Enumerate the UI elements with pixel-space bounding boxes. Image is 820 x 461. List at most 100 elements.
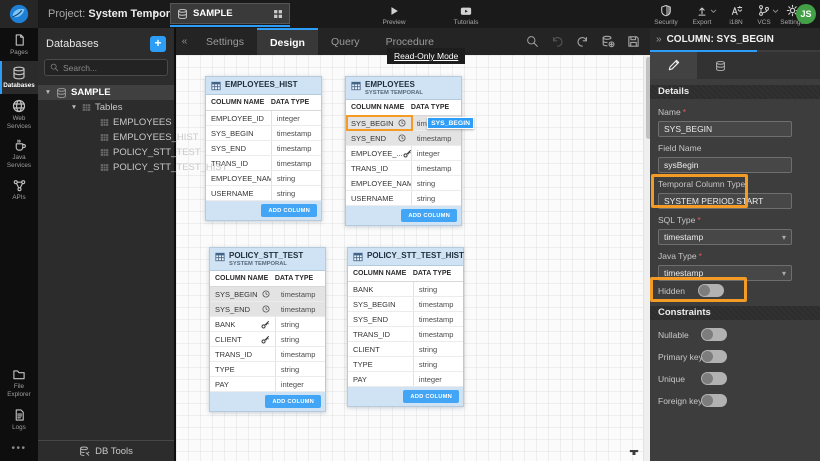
search-input[interactable]	[63, 63, 162, 73]
field-name-input[interactable]	[658, 157, 792, 173]
db-tools-button[interactable]: DB Tools	[38, 440, 174, 461]
column-row-employee-id[interactable]: EMPLOYEE_IDinteger	[206, 111, 321, 126]
app-logo[interactable]	[0, 0, 38, 28]
column-row-sys-begin[interactable]: SYS_BEGINtimestamp	[348, 297, 463, 312]
column-row-sys-end[interactable]: SYS_ENDtimestamp	[210, 302, 325, 317]
sidebar-item-apis[interactable]: APIs	[0, 174, 38, 206]
column-row-employee-name[interactable]: EMPLOYEE_NAMEstring	[346, 176, 461, 191]
tree-node-table-employees-hist[interactable]: EMPLOYEES_HIST	[38, 130, 174, 145]
security-icon	[660, 4, 672, 17]
entity-employees-hist[interactable]: EMPLOYEES_HISTCOLUMN NAMEDATA TYPEEMPLOY…	[205, 76, 322, 221]
play-icon	[388, 4, 400, 17]
tab-column-data[interactable]	[697, 52, 744, 79]
expand-panel-icon[interactable]: »	[656, 34, 662, 45]
temporal-column-type-input[interactable]	[658, 193, 792, 209]
column-row-client[interactable]: CLIENTstring	[210, 332, 325, 347]
entity-employees[interactable]: EMPLOYEESSYSTEM TEMPORALCOLUMN NAMEDATA …	[345, 76, 462, 226]
entity-title: EMPLOYEES	[365, 80, 423, 89]
undo-icon[interactable]	[551, 35, 564, 48]
column-row-sys-begin[interactable]: SYS_BEGINtimestampSYS_BEGIN	[346, 116, 461, 131]
tree-node-table-policy-stt-test-hist[interactable]: POLICY_STT_TEST_HIST	[38, 160, 174, 175]
inspector-tabs	[650, 52, 820, 79]
java-type-select[interactable]: timestamp	[658, 265, 792, 281]
save-icon[interactable]	[627, 35, 640, 48]
column-row-sys-end[interactable]: SYS_ENDtimestamp	[206, 141, 321, 156]
name-input[interactable]	[658, 121, 792, 137]
tree-node-database[interactable]: ▼SAMPLE	[38, 85, 174, 100]
avatar[interactable]: JS	[796, 4, 816, 24]
entity-title: POLICY_STT_TEST_HIST	[367, 251, 464, 260]
db-commit-icon[interactable]	[601, 35, 615, 48]
topbar-preview-button[interactable]: Preview	[376, 4, 412, 26]
grid-view-icon[interactable]	[273, 9, 283, 19]
tab-query[interactable]: Query	[318, 28, 373, 55]
topbar-security-button[interactable]: Security	[648, 4, 684, 26]
sidebar-item-pages[interactable]: Pages	[0, 28, 38, 61]
foreign-key-toggle[interactable]	[701, 394, 727, 407]
sql-type-field: SQL Type* timestamp	[658, 215, 792, 245]
column-row-sys-begin[interactable]: SYS_BEGINtimestamp	[210, 287, 325, 302]
inspector-title: COLUMN: SYS_BEGIN	[667, 34, 774, 45]
entity-policy-stt-test[interactable]: POLICY_STT_TESTSYSTEM TEMPORALCOLUMN NAM…	[209, 247, 326, 412]
column-row-type[interactable]: TYPEstring	[210, 362, 325, 377]
sql-type-select[interactable]: timestamp	[658, 229, 792, 245]
topbar-export-button[interactable]: Export	[684, 4, 720, 26]
sidebar-item-web-services[interactable]: WebServices	[0, 94, 38, 135]
column-row-trans-id[interactable]: TRANS_IDtimestamp	[348, 327, 463, 342]
search-icon[interactable]	[526, 35, 539, 48]
redo-icon[interactable]	[576, 35, 589, 48]
tab-edit-column[interactable]	[650, 52, 697, 79]
column-row-trans-id[interactable]: TRANS_IDtimestamp	[346, 161, 461, 176]
vcs-icon	[758, 4, 770, 17]
add-column-button[interactable]: ADD COLUMN	[401, 209, 457, 222]
tab-settings[interactable]: Settings	[193, 28, 257, 55]
column-row-trans-id[interactable]: TRANS_IDtimestamp	[210, 347, 325, 362]
hidden-toggle[interactable]	[698, 284, 724, 297]
readonly-mode-badge: Read-Only Mode	[387, 48, 465, 64]
canvas-resize-handle-icon[interactable]	[629, 449, 639, 456]
column-row-client[interactable]: CLIENTstring	[348, 342, 463, 357]
hidden-field: Hidden	[658, 284, 724, 297]
collapse-panel-icon[interactable]: «	[176, 28, 193, 55]
sidebar-item-file-explorer[interactable]: FileExplorer	[0, 363, 38, 403]
sidebar-item-logs[interactable]: Logs	[0, 403, 38, 436]
column-row-pay[interactable]: PAYinteger	[348, 372, 463, 387]
column-row-sys-end[interactable]: SYS_ENDtimestamp	[348, 312, 463, 327]
column-row-bank[interactable]: BANKstring	[348, 282, 463, 297]
add-column-button[interactable]: ADD COLUMN	[261, 204, 317, 217]
tab-design[interactable]: Design	[257, 28, 318, 55]
column-row-username[interactable]: USERNAMEstring	[206, 186, 321, 201]
caret-down-icon[interactable]: ▼	[70, 104, 78, 111]
add-column-button[interactable]: ADD COLUMN	[403, 390, 459, 403]
unique-toggle[interactable]	[701, 372, 727, 385]
tree-node-table-policy-stt-test[interactable]: POLICY_STT_TEST	[38, 145, 174, 160]
pages-icon	[13, 33, 26, 47]
details-section-header: Details	[650, 85, 820, 99]
add-database-button[interactable]: +	[150, 36, 166, 52]
entity-policy-stt-test-hist[interactable]: POLICY_STT_TEST_HISTCOLUMN NAMEDATA TYPE…	[347, 247, 464, 407]
database-icon	[56, 87, 67, 99]
column-row-pay[interactable]: PAYinteger	[210, 377, 325, 392]
database-tab[interactable]: SAMPLE	[170, 3, 290, 24]
nullable-toggle[interactable]	[701, 328, 727, 341]
column-row-username[interactable]: USERNAMEstring	[346, 191, 461, 206]
topbar-tutorials-button[interactable]: Tutorials	[448, 4, 484, 26]
left-rail: PagesDatabasesWebServicesJavaServicesAPI…	[0, 28, 38, 461]
primary-key-toggle[interactable]	[701, 350, 727, 363]
sidebar-item-databases[interactable]: Databases	[0, 61, 38, 94]
more-options-button[interactable]: •••	[0, 436, 38, 461]
caret-down-icon[interactable]: ▼	[44, 89, 52, 96]
design-canvas[interactable]: EMPLOYEES_HISTCOLUMN NAMEDATA TYPEEMPLOY…	[176, 55, 652, 461]
column-row-employee-name[interactable]: EMPLOYEE_NAMEstring	[206, 171, 321, 186]
tree-node-tables[interactable]: ▼Tables	[38, 100, 174, 115]
editor-area: « SettingsDesignQueryProcedure EMPLOYEES…	[174, 28, 650, 461]
column-row-bank[interactable]: BANKstring	[210, 317, 325, 332]
add-column-button[interactable]: ADD COLUMN	[265, 395, 321, 408]
column-row-employee-[interactable]: EMPLOYEE_...integer	[346, 146, 461, 161]
search-box[interactable]	[44, 59, 168, 76]
tree-node-table-employees[interactable]: EMPLOYEES	[38, 115, 174, 130]
column-row-sys-end[interactable]: SYS_ENDtimestamp	[346, 131, 461, 146]
column-row-sys-begin[interactable]: SYS_BEGINtimestamp	[206, 126, 321, 141]
sidebar-item-java-services[interactable]: JavaServices	[0, 134, 38, 174]
column-row-type[interactable]: TYPEstring	[348, 357, 463, 372]
